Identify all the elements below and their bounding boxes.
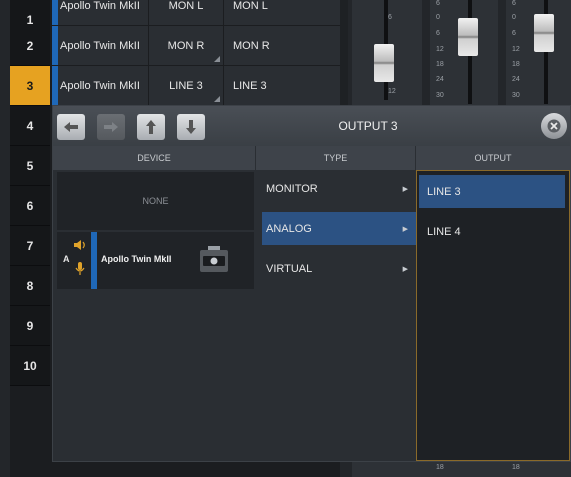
type-option-virtual[interactable]: VIRTUAL ▶ [262, 252, 416, 285]
scale-label: 18 [512, 464, 520, 471]
channel-label: 3 [26, 78, 34, 93]
column-header-output: OUTPUT [416, 146, 570, 170]
dropdown-corner-icon [214, 96, 220, 102]
output-cell[interactable]: MON L [224, 0, 340, 25]
channel-label: 7 [26, 238, 34, 253]
channel-number-2[interactable]: 2 [10, 26, 50, 66]
type-cell[interactable]: MON L [149, 0, 223, 25]
type-label: VIRTUAL [266, 262, 313, 275]
dropdown-corner-icon [214, 56, 220, 62]
channel-label: 9 [26, 318, 34, 333]
arrow-right-icon [104, 122, 118, 132]
microphone-icon [75, 262, 85, 275]
table-row: Apollo Twin MkII LINE 3 LINE 3 [52, 66, 340, 106]
column-header-device: DEVICE [53, 146, 256, 170]
arrow-up-icon [146, 120, 156, 134]
device-cell[interactable]: Apollo Twin MkII [58, 0, 148, 25]
volume-fader[interactable] [458, 18, 478, 56]
scale-label: 24 [436, 76, 444, 83]
close-button[interactable] [541, 113, 567, 139]
submenu-arrow-icon: ▶ [402, 265, 408, 273]
channel-number-10[interactable]: 10 [10, 346, 50, 386]
left-strip [0, 0, 10, 477]
back-button[interactable] [57, 114, 85, 140]
scale-label: 12 [388, 88, 396, 95]
scale-label: 24 [512, 76, 520, 83]
channel-number-4[interactable]: 4 [10, 106, 50, 146]
type-label: LINE 3 [169, 79, 203, 92]
channel-label: 2 [26, 38, 34, 53]
device-cell[interactable]: Apollo Twin MkII [58, 66, 148, 105]
scale-label: 6 [436, 30, 440, 37]
device-letter: A [63, 254, 70, 264]
table-row: Apollo Twin MkII MON R MON R [52, 26, 340, 66]
device-column: NONE A Apollo Twin MkII [53, 170, 256, 461]
type-label: MON R [167, 39, 205, 52]
channel-number-7[interactable]: 7 [10, 226, 50, 266]
speaker-icon [74, 240, 85, 250]
type-column: MONITOR ▶ ANALOG ▶ VIRTUAL ▶ [256, 170, 416, 461]
device-color-bar [91, 232, 97, 289]
move-down-button[interactable] [177, 114, 205, 140]
channel-number-6[interactable]: 6 [10, 186, 50, 226]
output-column: LINE 3 LINE 4 [416, 170, 570, 461]
output-option-line4[interactable]: LINE 4 [419, 215, 565, 248]
channel-number-3[interactable]: 3 [10, 66, 50, 106]
arrow-left-icon [64, 122, 78, 132]
scale-label: 18 [436, 61, 444, 68]
submenu-arrow-icon: ▶ [402, 185, 408, 193]
type-option-analog[interactable]: ANALOG ▶ [262, 212, 416, 245]
scale-label: 6 [512, 30, 516, 37]
close-icon [547, 119, 561, 133]
channel-label: 6 [26, 198, 34, 213]
column-header-type: TYPE [256, 146, 416, 170]
type-label: ANALOG [266, 222, 312, 235]
scale-label: 12 [512, 46, 520, 53]
scale-label: 0 [436, 14, 440, 21]
scale-label: 6 [388, 14, 392, 21]
move-up-button[interactable] [137, 114, 165, 140]
scale-label: 6 [512, 0, 516, 7]
volume-fader[interactable] [374, 44, 394, 82]
scale-label: 12 [436, 46, 444, 53]
channel-label: 10 [23, 358, 37, 373]
channel-number-9[interactable]: 9 [10, 306, 50, 346]
channel-label: 4 [26, 118, 34, 133]
channel-label: 1 [26, 12, 34, 27]
type-option-monitor[interactable]: MONITOR ▶ [262, 172, 416, 205]
dialog-header: OUTPUT 3 [53, 106, 570, 146]
output-cell[interactable]: MON R [224, 26, 340, 65]
dialog-title: OUTPUT 3 [338, 119, 398, 133]
device-cell[interactable]: Apollo Twin MkII [58, 26, 148, 65]
mixer-strip-3: 6 0 6 12 18 24 30 [506, 0, 571, 108]
channel-number-8[interactable]: 8 [10, 266, 50, 306]
type-cell[interactable]: MON R [149, 26, 223, 65]
volume-fader[interactable] [534, 14, 554, 52]
output-assignment-dialog: OUTPUT 3 DEVICE TYPE OUTPUT NONE A Apoll… [52, 105, 571, 462]
forward-button[interactable] [97, 114, 125, 140]
mixer-strip-1: 6 12 [352, 0, 422, 108]
scale-label: 18 [436, 464, 444, 471]
scale-label: 0 [512, 14, 516, 21]
device-name: Apollo Twin MkII [101, 254, 172, 264]
type-label: MONITOR [266, 182, 318, 195]
device-item[interactable]: A Apollo Twin MkII [57, 232, 254, 289]
scale-label: 30 [436, 92, 444, 99]
channel-label: 8 [26, 278, 34, 293]
scale-label: 18 [512, 61, 520, 68]
mixer-strip-2: 6 0 6 12 18 24 30 [430, 0, 498, 108]
submenu-arrow-icon: ▶ [402, 225, 408, 233]
output-cell[interactable]: LINE 3 [224, 66, 340, 105]
scale-label: 6 [436, 0, 440, 7]
scale-label: 30 [512, 92, 520, 99]
channel-number-5[interactable]: 5 [10, 146, 50, 186]
interface-device-icon [200, 246, 228, 272]
type-cell[interactable]: LINE 3 [149, 66, 223, 105]
output-option-line3[interactable]: LINE 3 [419, 175, 565, 208]
device-none-option[interactable]: NONE [57, 172, 254, 230]
channel-label: 5 [26, 158, 34, 173]
arrow-down-icon [186, 120, 196, 134]
table-row: Apollo Twin MkII MON L MON L [52, 0, 340, 26]
mixer-bottom: 18 18 [352, 462, 571, 477]
